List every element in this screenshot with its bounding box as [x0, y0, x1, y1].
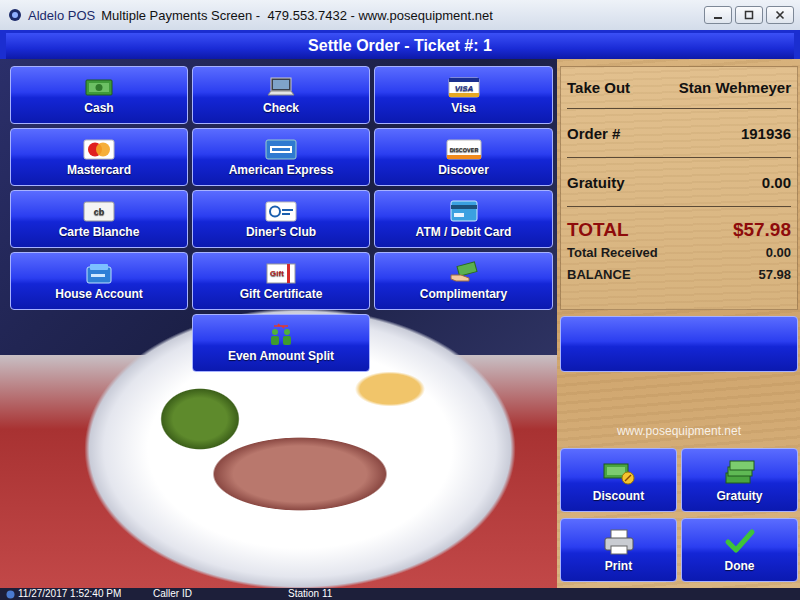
order-type-row: Take Out Stan Wehmeyer: [567, 67, 791, 109]
received-row: Total Received0.00: [567, 241, 791, 263]
printer-icon: [602, 527, 636, 557]
visa-icon: VISA: [448, 75, 480, 99]
action-grid: DiscountGratuityPrintDone: [560, 448, 798, 582]
status-item: Station 11: [288, 588, 800, 600]
order-column: Take OutStan WehmeyerOrder #191936Gratui…: [557, 59, 800, 588]
status-bar: 11/27/2017 1:52:40 PMCaller IDStation 11: [0, 588, 800, 600]
print-button[interactable]: Print: [560, 518, 677, 582]
app-icon: [8, 8, 22, 22]
atm-debit-card-button[interactable]: ATM / Debit Card: [374, 190, 553, 248]
maximize-icon: [744, 10, 754, 20]
minimize-icon: [713, 10, 723, 20]
cash-button[interactable]: Cash: [10, 66, 188, 124]
check-icon: [265, 75, 297, 99]
gift-certificate-icon: Gift: [265, 261, 297, 285]
visa-button[interactable]: VISAVisa: [374, 66, 553, 124]
done-button[interactable]: Done: [681, 518, 798, 582]
order-summary: Take Out Stan Wehmeyer Order #191936Gratui…: [560, 66, 798, 310]
clock-icon: [6, 590, 15, 599]
gratuity-icon: [723, 457, 757, 487]
checkmark-icon: [723, 527, 757, 557]
check-button[interactable]: Check: [192, 66, 370, 124]
diner-s-club-button[interactable]: Diner's Club: [192, 190, 370, 248]
gift-certificate-button[interactable]: GiftGift Certificate: [192, 252, 370, 310]
summary-row: Order #191936: [567, 109, 791, 158]
discount-button[interactable]: Discount: [560, 448, 677, 512]
window-title: Multiple Payments Screen - 479.553.7432 …: [101, 8, 698, 23]
house-account-icon: [83, 261, 115, 285]
order-type: Take Out: [567, 79, 630, 96]
customer-name: Stan Wehmeyer: [679, 79, 791, 96]
complimentary-button[interactable]: Complimentary: [374, 252, 553, 310]
window-controls: [704, 6, 794, 24]
payment-panel: CashCheckVISAVisa MastercardAmerican Expr…: [0, 59, 557, 588]
payment-grid: CashCheckVISAVisa MastercardAmerican Expr…: [10, 66, 553, 372]
discover-button[interactable]: DISCOVERDiscover: [374, 128, 553, 186]
diners-club-icon: [265, 199, 297, 223]
close-icon: [775, 10, 785, 20]
mastercard-button[interactable]: Mastercard: [10, 128, 188, 186]
carte-blanche-button[interactable]: cbCarte Blanche: [10, 190, 188, 248]
carte-blanche-icon: cb: [83, 199, 115, 223]
body: CashCheckVISAVisa MastercardAmerican Expr…: [0, 59, 800, 588]
even-split-button[interactable]: Even Amount Split: [192, 314, 370, 372]
status-item: 11/27/2017 1:52:40 PM: [6, 588, 153, 600]
discount-icon: [602, 457, 636, 487]
split-icon: [265, 323, 297, 347]
discover-icon: DISCOVER: [446, 137, 482, 161]
pos-window: Aldelo POS Multiple Payments Screen - 479…: [0, 0, 800, 600]
american-express-button[interactable]: American Express: [192, 128, 370, 186]
watermark-area: www.posequipment.net: [560, 372, 798, 448]
cash-icon: [83, 75, 115, 99]
maximize-button[interactable]: [735, 6, 763, 24]
complimentary-icon: [448, 261, 480, 285]
house-account-button[interactable]: House Account: [10, 252, 188, 310]
svg-text:DISCOVER: DISCOVER: [449, 147, 478, 153]
gratuity-button[interactable]: Gratuity: [681, 448, 798, 512]
message-bar: [560, 316, 798, 372]
status-item: Caller ID: [153, 588, 288, 600]
watermark: www.posequipment.net: [617, 424, 741, 438]
title-bar: Aldelo POS Multiple Payments Screen - 479…: [0, 0, 800, 30]
total-row: TOTAL$57.98: [567, 207, 791, 241]
app-name: Aldelo POS: [28, 8, 95, 23]
american-express-icon: [265, 137, 297, 161]
atm-card-icon: [448, 199, 480, 223]
screen-header: Settle Order - Ticket #: 1: [6, 33, 794, 59]
minimize-button[interactable]: [704, 6, 732, 24]
mastercard-icon: [83, 137, 115, 161]
svg-text:cb: cb: [94, 207, 105, 217]
svg-text:Gift: Gift: [270, 269, 284, 278]
close-button[interactable]: [766, 6, 794, 24]
svg-text:VISA: VISA: [454, 84, 473, 93]
balance-row: BALANCE57.98: [567, 263, 791, 285]
summary-row: Gratuity0.00: [567, 158, 791, 207]
